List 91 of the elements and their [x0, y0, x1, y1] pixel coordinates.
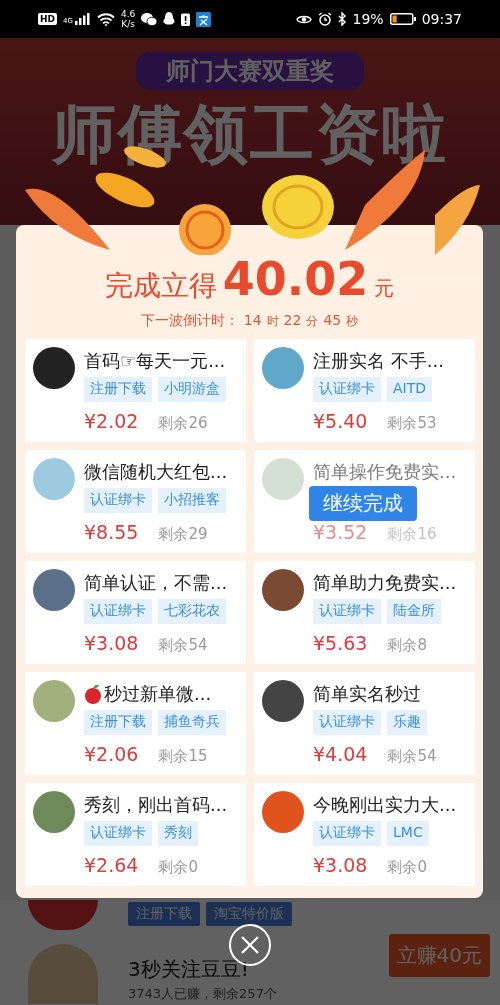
task-card[interactable]: 今晚刚出实力大... 认证绑卡 LMC ¥3.08 剩余0 [254, 783, 475, 886]
task-price: ¥3.52 [313, 521, 368, 543]
tag: 认证绑卡 [313, 599, 381, 624]
task-card[interactable]: 注册实名 不手... 认证绑卡 AITD ¥5.40 剩余53 [254, 339, 475, 442]
tag: 认证绑卡 [84, 821, 152, 846]
tag: 乐趣 [387, 710, 427, 735]
countdown-value: 22 [283, 312, 302, 328]
remaining-count: 剩余54 [387, 747, 437, 766]
countdown-unit: 时 [266, 313, 279, 330]
tag: 注册下载 [84, 377, 152, 402]
hd-indicator: HD [38, 13, 57, 25]
tag: 认证绑卡 [313, 377, 381, 402]
remaining-count: 剩余16 [387, 525, 437, 544]
tag: 注册下载 [128, 902, 200, 926]
network-speed: 4.6 K/s [120, 9, 136, 29]
apple-icon [84, 684, 102, 704]
remaining-count: 剩余0 [387, 858, 427, 877]
remaining-count: 剩余15 [158, 747, 208, 766]
tag: AITD [387, 377, 433, 402]
cartoon-avatar-placeholder [28, 944, 98, 1004]
battery-percent: 19% [352, 11, 384, 27]
task-price: ¥4.04 [313, 743, 368, 765]
task-stats: 3743人已赚，剩余257个 [128, 985, 277, 1003]
task-price: ¥8.55 [84, 521, 139, 543]
task-price: ¥5.40 [313, 410, 368, 432]
task-price: ¥2.06 [84, 743, 139, 765]
tag: LMC [387, 821, 429, 846]
tag: 七彩花农 [158, 599, 226, 624]
tag: 陆金所 [387, 599, 441, 624]
task-card[interactable]: 简单操作免费实... 继续完成 ¥3.52 剩余16 [254, 450, 475, 553]
tag: 秀刻 [158, 821, 198, 846]
remaining-count: 剩余26 [158, 414, 208, 433]
alarm-icon [317, 12, 332, 26]
task-title: 今晚刚出实力大... [313, 793, 457, 817]
remaining-count: 剩余54 [158, 636, 208, 655]
task-card[interactable]: 简单认证，不需... 认证绑卡 七彩花农 ¥3.08 剩余54 [25, 561, 246, 664]
task-title: 微信随机大红包... [84, 460, 228, 484]
wifi-icon [96, 12, 115, 26]
tag: 捕鱼奇兵 [158, 710, 226, 735]
task-price: ¥3.08 [84, 632, 139, 654]
task-price: ¥2.02 [84, 410, 139, 432]
remaining-count: 剩余0 [158, 858, 198, 877]
chat-icon [141, 12, 158, 26]
task-card[interactable]: 简单实名秒过 认证绑卡 乐趣 ¥4.04 剩余54 [254, 672, 475, 775]
tag: 小明游盒 [158, 377, 226, 402]
countdown-value: 14 [243, 312, 262, 328]
reward-label: 完成立得 [104, 268, 217, 304]
reward-amount: 40.02 [222, 252, 369, 306]
signal-icon [74, 13, 91, 25]
app-icon [196, 11, 212, 27]
task-title: 简单认证，不需... [84, 571, 228, 595]
close-icon [240, 935, 260, 955]
task-title: 简单操作免费实... [313, 460, 457, 484]
avatar-placeholder [28, 900, 98, 930]
task-title: 简单助力免费实... [313, 571, 457, 595]
task-title: 首码☞每天一元... [84, 349, 226, 373]
remaining-count: 剩余29 [158, 525, 208, 544]
tag: 认证绑卡 [84, 599, 152, 624]
task-price: ¥5.63 [313, 632, 368, 654]
tag: 注册下载 [84, 710, 152, 735]
tag: 认证绑卡 [313, 821, 381, 846]
tag: 淘宝特价版 [206, 902, 292, 926]
task-card[interactable]: 秒过新单微... 注册下载 捕鱼奇兵 ¥2.06 剩余15 [25, 672, 246, 775]
clock-time: 09:37 [421, 11, 462, 27]
eye-icon [295, 13, 312, 25]
countdown-unit: 分 [306, 313, 319, 330]
countdown-value: 45 [323, 312, 342, 328]
task-card[interactable]: 首码☞每天一元... 注册下载 小明游盒 ¥2.02 剩余26 [25, 339, 246, 442]
countdown-unit: 秒 [346, 313, 359, 330]
task-price: ¥3.08 [313, 854, 368, 876]
tag: 小招推客 [158, 488, 226, 513]
bluetooth-icon [337, 12, 347, 26]
continue-button[interactable]: 继续完成 [309, 486, 417, 521]
task-title: 注册实名 不手... [313, 349, 444, 373]
tag: 认证绑卡 [313, 710, 381, 735]
task-title: 秒过新单微... [104, 682, 212, 706]
task-price: ¥2.64 [84, 854, 139, 876]
task-card[interactable]: 秀刻，刚出首码... 认证绑卡 秀刻 ¥2.64 剩余0 [25, 783, 246, 886]
task-card[interactable]: 微信随机大红包... 认证绑卡 小招推客 ¥8.55 剩余29 [25, 450, 246, 553]
penguin-icon [163, 12, 176, 26]
task-title: 秀刻，刚出首码... [84, 793, 228, 817]
alert-icon [181, 12, 191, 26]
task-card[interactable]: 简单助力免费实... 认证绑卡 陆金所 ¥5.63 剩余8 [254, 561, 475, 664]
remaining-count: 剩余8 [387, 636, 427, 655]
tag: 认证绑卡 [84, 488, 152, 513]
remaining-count: 剩余53 [387, 414, 437, 433]
countdown-label: 下一波倒计时： [140, 312, 239, 330]
reward-unit: 元 [374, 275, 395, 302]
banner-badge: 师门大赛双重奖 [136, 52, 364, 90]
task-title: 简单实名秒过 [313, 682, 421, 706]
battery-icon [389, 13, 416, 25]
